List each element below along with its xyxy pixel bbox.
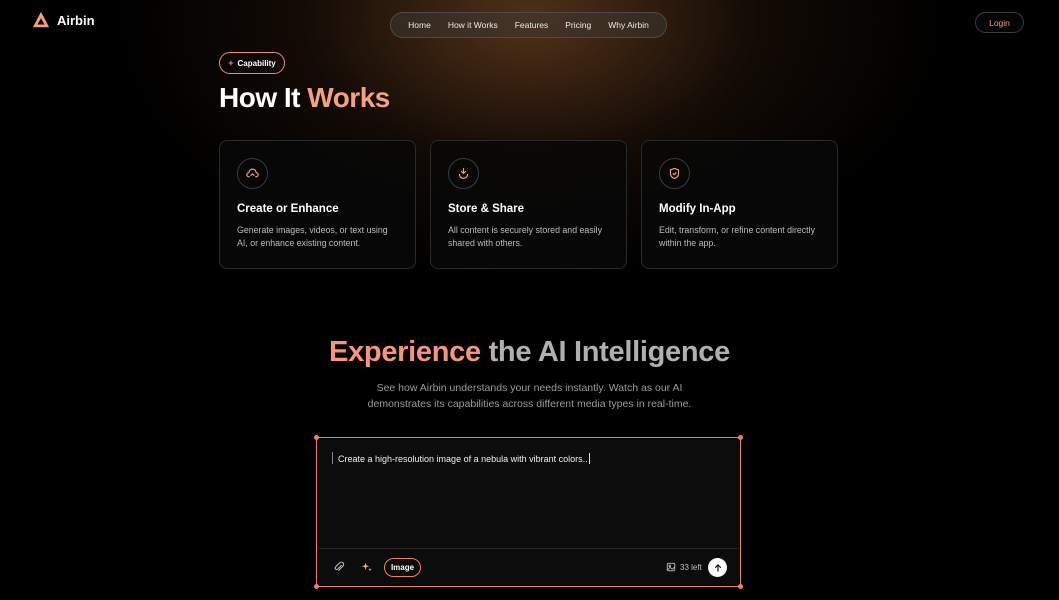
paperclip-icon[interactable] [332, 560, 346, 574]
divider [318, 548, 739, 549]
login-button[interactable]: Login [975, 12, 1024, 33]
card-description: All content is securely stored and easil… [448, 225, 603, 248]
credits-remaining: 33 left [666, 562, 702, 572]
feature-card-create: Create or Enhance Generate images, video… [219, 140, 416, 269]
brand-logo[interactable]: Airbin [32, 11, 95, 29]
heading-part-2: Works [307, 82, 390, 113]
image-icon [666, 562, 676, 572]
nav-item-how-it-works[interactable]: How it Works [448, 20, 498, 30]
how-it-works-heading: How It Works [219, 82, 390, 114]
download-store-icon [448, 158, 479, 189]
mode-image-button[interactable]: Image [384, 558, 421, 577]
airbin-logo-icon [32, 11, 50, 28]
capability-badge: + Capability [219, 52, 285, 74]
card-description: Edit, transform, or refine content direc… [659, 225, 815, 248]
experience-heading-rest: the AI Intelligence [480, 336, 731, 368]
feature-card-store: Store & Share All content is securely st… [430, 140, 627, 269]
experience-heading: Experience the AI Intelligence [0, 336, 1059, 369]
remaining-count: 33 left [680, 562, 702, 572]
card-title: Modify In-App [659, 203, 736, 215]
sparkle-icon[interactable] [360, 560, 374, 574]
nav-item-features[interactable]: Features [515, 20, 549, 30]
prompt-input[interactable]: Create a high-resolution image of a nebu… [338, 453, 590, 464]
nav-item-why-airbin[interactable]: Why Airbin [608, 20, 649, 30]
heading-part-1: How It [219, 82, 308, 113]
frame-accent-line [580, 586, 738, 587]
frame-handle [738, 584, 743, 589]
card-title: Create or Enhance [237, 203, 339, 215]
shield-edit-icon [659, 158, 690, 189]
subtitle-line-1: See how Airbin understands your needs in… [376, 382, 683, 394]
nav-item-pricing[interactable]: Pricing [565, 20, 591, 30]
feature-card-modify: Modify In-App Edit, transform, or refine… [641, 140, 838, 269]
card-title: Store & Share [448, 203, 525, 215]
send-arrow-icon [714, 563, 721, 572]
cloud-sync-icon [237, 158, 268, 189]
subtitle-line-2: demonstrates its capabilities across dif… [367, 398, 692, 410]
capability-label: Capability [237, 58, 276, 68]
experience-subtitle: See how Airbin understands your needs in… [0, 380, 1059, 412]
experience-heading-accent: Experience [329, 336, 481, 368]
nav-item-home[interactable]: Home [408, 20, 431, 30]
send-button[interactable] [708, 558, 727, 577]
brand-name: Airbin [57, 12, 95, 28]
main-nav: Home How it Works Features Pricing Why A… [390, 12, 667, 38]
ai-prompt-box: Create a high-resolution image of a nebu… [318, 439, 739, 585]
text-cursor [332, 452, 333, 464]
plus-icon: + [228, 58, 234, 68]
card-description: Generate images, videos, or text using A… [237, 225, 388, 248]
